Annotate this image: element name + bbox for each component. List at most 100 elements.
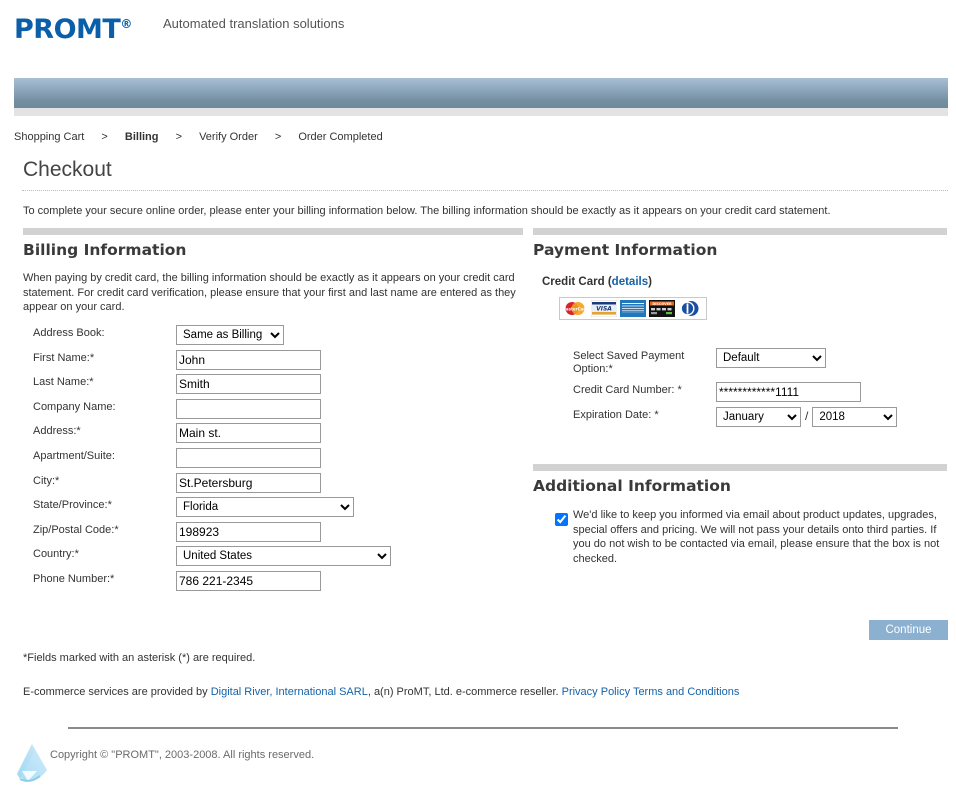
registered-mark: ® [120, 17, 132, 31]
brand-tagline: Automated translation solutions [163, 16, 345, 31]
billing-field-row: Zip/Postal Code:* [33, 521, 513, 547]
breadcrumb: Shopping Cart > Billing > Verify Order >… [14, 131, 397, 143]
billing-field-label: State/Province:* [33, 499, 112, 512]
first-name-input[interactable] [176, 349, 321, 370]
last-name-input[interactable] [176, 374, 321, 395]
ecommerce-note: E-commerce services are provided by Digi… [23, 686, 739, 698]
credit-card-text: Credit Card [542, 276, 605, 288]
billing-field-row: Phone Number:* [33, 570, 513, 596]
additional-section-bar [533, 464, 947, 471]
billing-field-control [176, 349, 321, 370]
billing-field-row: Last Name:* [33, 374, 513, 399]
billing-field-label: Address:* [33, 425, 81, 438]
footer-divider [68, 727, 898, 729]
billing-field-label: Phone Number:* [33, 572, 115, 585]
svg-text:DISCOVER: DISCOVER [652, 302, 672, 306]
billing-field-row: Address Book: Same as Billing [33, 325, 513, 350]
copyright-text: Copyright © "PROMT", 2003-2008. All righ… [50, 749, 315, 761]
billing-field-label: Address Book: [33, 327, 105, 339]
newsletter-optin: We'd like to keep you informed via email… [551, 508, 941, 566]
expiration-date-label: Expiration Date: * [573, 409, 659, 421]
billing-field-row: Country:* United States [33, 546, 513, 571]
billing-field-label: Last Name:* [33, 376, 94, 389]
terms-and-conditions-link[interactable]: Terms and Conditions [633, 686, 739, 698]
details-link[interactable]: details [612, 276, 648, 288]
ecommerce-middle: , a(n) ProMT, Ltd. e-commerce reseller. [367, 686, 562, 698]
billing-field-label: City:* [33, 474, 60, 487]
svg-text:MasterCard: MasterCard [562, 307, 588, 312]
zip-postal-code-input[interactable] [176, 521, 321, 542]
billing-field-row: Apartment/Suite: [33, 447, 513, 473]
mastercard-logo: MasterCard [562, 300, 588, 317]
breadcrumb-item-order-completed[interactable]: Order Completed [298, 131, 382, 143]
company-name-input[interactable] [176, 398, 321, 419]
page-intro-text: To complete your secure online order, pl… [23, 205, 831, 217]
ecommerce-prefix: E-commerce services are provided by [23, 686, 211, 698]
billing-section-title: Billing Information [23, 241, 187, 259]
payment-section-title: Payment Information [533, 241, 718, 259]
amex-logo [620, 300, 646, 317]
breadcrumb-item-shopping-cart[interactable]: Shopping Cart [14, 131, 84, 143]
newsletter-checkbox[interactable] [555, 513, 568, 526]
address-book-select[interactable]: Same as Billing [176, 325, 284, 345]
billing-field-control: United States [176, 546, 391, 567]
page-title: Checkout [23, 158, 112, 181]
billing-field-control [176, 472, 321, 493]
visa-logo: VISA [591, 300, 617, 317]
apartment-suite-input[interactable] [176, 447, 321, 468]
masthead: PROMT® Automated translation solutions [0, 0, 956, 70]
payment-section-bar [533, 228, 947, 235]
privacy-policy-link[interactable]: Privacy Policy [562, 686, 630, 698]
billing-description: When paying by credit card, the billing … [23, 272, 516, 313]
billing-field-label: Apartment/Suite: [33, 449, 115, 462]
breadcrumb-separator: > [101, 131, 108, 143]
continue-button[interactable]: Continue [869, 620, 948, 640]
billing-field-label: First Name:* [33, 351, 95, 364]
promt-footer-logo-icon [17, 744, 47, 782]
header-blue-bar [14, 78, 948, 108]
expiration-month-select[interactable]: January [716, 407, 801, 427]
digital-river-link[interactable]: Digital River, International SARL [211, 686, 368, 698]
country-select[interactable]: United States [176, 546, 391, 567]
details-paren-close: ) [648, 276, 652, 288]
address-input[interactable] [176, 423, 321, 444]
billing-field-row: First Name:* [33, 349, 513, 375]
newsletter-text: We'd like to keep you informed via email… [573, 509, 940, 565]
billing-field-label: Zip/Postal Code:* [33, 523, 119, 536]
header-gray-bar [14, 108, 948, 116]
saved-payment-option-select[interactable]: Default [716, 348, 826, 368]
breadcrumb-separator: > [175, 131, 182, 143]
svg-text:VISA: VISA [596, 306, 612, 313]
breadcrumb-item-billing[interactable]: Billing [125, 131, 159, 143]
breadcrumb-item-verify-order[interactable]: Verify Order [199, 131, 258, 143]
credit-card-number-input[interactable] [716, 382, 861, 402]
logo-text: PROMT [14, 14, 121, 45]
accepted-cards: MasterCard VISA DISCOVER [559, 297, 707, 320]
billing-field-control [176, 398, 321, 419]
checkout-page: PROMT® Automated translation solutions S… [0, 0, 956, 787]
credit-card-number-label: Credit Card Number: * [573, 384, 682, 396]
billing-field-row: Company Name: [33, 398, 513, 424]
billing-field-label: Company Name: [33, 400, 116, 413]
credit-card-label: Credit Card (details) [542, 276, 652, 288]
billing-field-control [176, 521, 321, 542]
state-province-select[interactable]: Florida [176, 497, 354, 518]
expiration-separator: / [805, 409, 809, 423]
saved-payment-option-label: Select Saved Payment Option:* [573, 350, 685, 375]
billing-section-bar [23, 228, 523, 235]
expiration-year-select[interactable]: 2018 [812, 407, 898, 427]
required-fields-note: *Fields marked with an asterisk (*) are … [23, 652, 256, 664]
city-input[interactable] [176, 472, 321, 493]
billing-field-control [176, 447, 321, 468]
payment-form: Select Saved Payment Option:* Default Cr… [573, 348, 953, 432]
billing-field-control: Florida [176, 497, 354, 518]
billing-field-control [176, 570, 321, 591]
phone-number-input[interactable] [176, 570, 321, 591]
billing-form: Address Book: Same as Billing First Name:*… [33, 325, 513, 596]
billing-field-row: City:* [33, 472, 513, 498]
billing-field-label: Country:* [33, 548, 79, 561]
billing-field-control [176, 423, 321, 444]
billing-field-row: State/Province:* Florida [33, 497, 513, 522]
diners-club-logo [678, 300, 704, 317]
additional-section-title: Additional Information [533, 477, 731, 495]
